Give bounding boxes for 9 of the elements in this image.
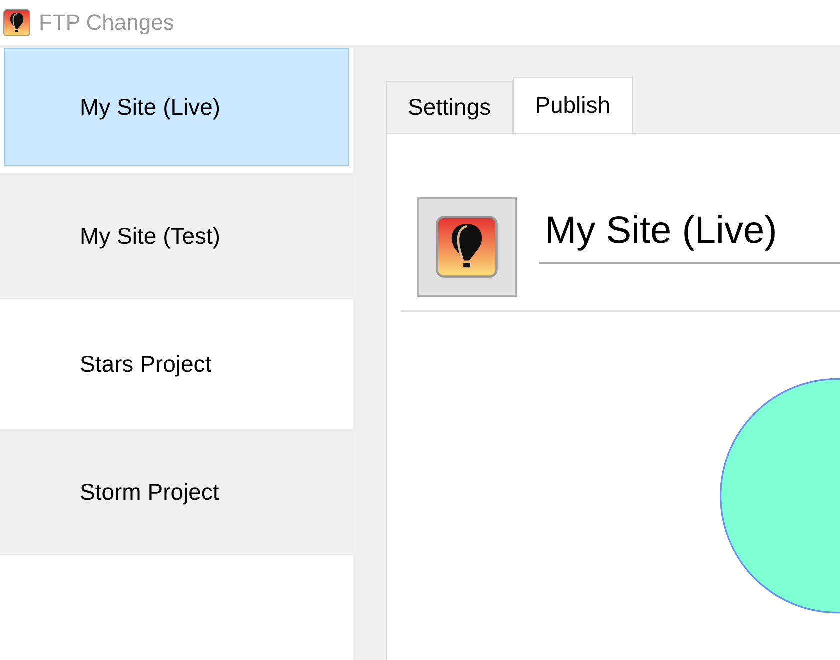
tab[interactable]: Settings [386,81,514,133]
sidebar-item[interactable]: My Site (Test) [0,173,353,299]
balloon-icon [3,8,31,36]
tab[interactable]: Publish [513,77,633,133]
sidebar-item[interactable]: My Site (Live) [4,48,349,166]
window-title: FTP Changes [39,10,174,36]
sidebar-item[interactable]: Storm Project [0,429,353,555]
icon-button[interactable] [417,197,517,297]
balloon-icon [435,215,499,279]
